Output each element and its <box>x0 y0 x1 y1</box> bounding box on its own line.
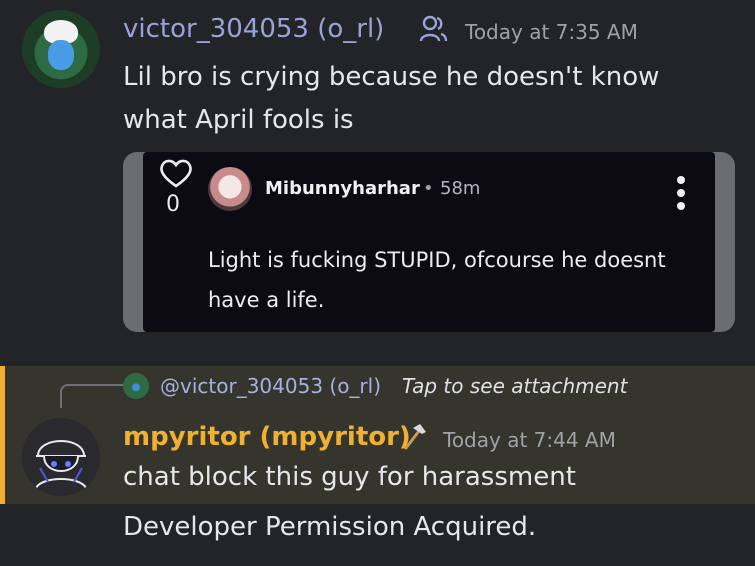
users-icon <box>419 15 448 42</box>
hammer-icon <box>404 424 426 450</box>
kebab-icon[interactable] <box>672 176 690 210</box>
message-text: chat block this guy for harassment <box>123 462 576 492</box>
heart-icon[interactable] <box>158 157 194 189</box>
like-count: 0 <box>166 192 180 217</box>
message-victor: victor_304053 (o_rl) Today at 7:35 AM Li… <box>0 0 755 366</box>
avatar-face <box>48 40 74 70</box>
avatar[interactable] <box>22 418 100 496</box>
reply-attachment-link[interactable]: Tap to see attachment <box>402 374 627 398</box>
avatar-drawing <box>22 418 100 496</box>
post-avatar <box>208 167 252 211</box>
message-text-followup: Developer Permission Acquired. <box>123 512 537 542</box>
reply-avatar <box>123 373 149 399</box>
timestamp: Today at 7:44 AM <box>443 428 616 452</box>
post-username: Mibunnyharhar <box>265 178 420 199</box>
author-name[interactable]: victor_304053 (o_rl) <box>123 14 384 44</box>
avatar[interactable] <box>22 10 100 88</box>
post-separator: • <box>423 178 434 199</box>
message-text: Lil bro is crying because he doesn't kno… <box>123 62 660 135</box>
mention-highlight-bar <box>0 366 5 504</box>
post-age: 58m <box>440 178 481 199</box>
author-name[interactable]: mpyritor (mpyritor) <box>123 422 411 452</box>
reply-connector <box>60 384 124 408</box>
timestamp: Today at 7:35 AM <box>465 20 638 44</box>
message-mpyritor: @victor_304053 (o_rl) Tap to see attachm… <box>0 366 755 504</box>
reply-username[interactable]: @victor_304053 (o_rl) <box>160 374 381 398</box>
post-body: Light is fucking STUPID, ofcourse he doe… <box>208 248 666 312</box>
